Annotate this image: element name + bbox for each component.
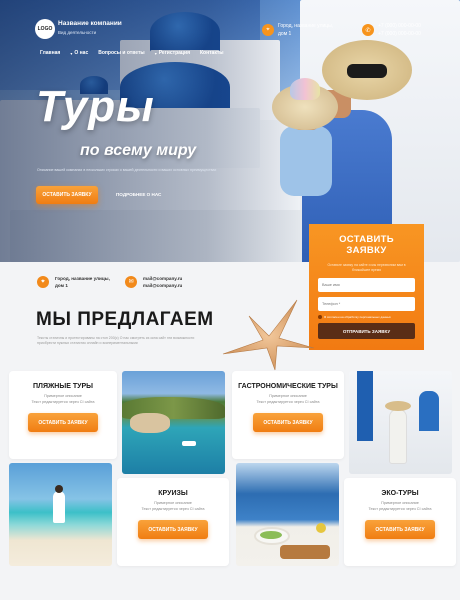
company-subtitle: Вид деятельности xyxy=(58,30,97,35)
hero-subtitle: по всему миру xyxy=(80,142,197,159)
tour-note: Текст редактируется через CI сайта xyxy=(256,400,320,404)
location-icon: ⌖ xyxy=(37,276,49,288)
phone-link[interactable]: +7 (000) 000-00-00 xyxy=(378,22,421,30)
blue-door xyxy=(419,391,439,431)
child-figure xyxy=(280,126,332,196)
about-link[interactable]: Подробнее о нас xyxy=(116,192,161,197)
tour-title: Гастрономические туры xyxy=(238,383,338,390)
address-line: Город, название улицы, xyxy=(55,276,110,281)
tour-description: Примерное описание xyxy=(154,501,192,505)
boat xyxy=(182,441,196,446)
salad xyxy=(260,531,282,539)
lemon xyxy=(316,523,326,533)
form-submit-button[interactable]: Отправить заявку xyxy=(318,323,415,339)
tour-description: Примерное описание xyxy=(269,394,307,398)
blue-door xyxy=(357,371,373,441)
hero-description: Описание вашей компании в нескольких стр… xyxy=(37,168,217,172)
contact-email: ✉ mail@company.ru mail@company.ru xyxy=(125,275,182,289)
child-hat xyxy=(290,78,320,100)
tour-description: Примерное описание xyxy=(44,394,82,398)
woman-figure xyxy=(55,485,63,493)
checkbox-icon[interactable] xyxy=(318,315,322,319)
phone-field[interactable] xyxy=(318,297,415,311)
tour-title: Эко-туры xyxy=(381,490,419,497)
header-address: ⌖ Город, название улицы, дом 1 xyxy=(262,22,333,38)
phone-icon: ✆ xyxy=(362,24,374,36)
tour-title: Пляжные туры xyxy=(33,383,93,390)
tour-title: Круизы xyxy=(158,490,188,497)
tour-card-gastro: Гастрономические туры Примерное описание… xyxy=(232,371,344,459)
tour-image-food xyxy=(236,463,339,566)
nav-item-about[interactable]: ▾ О нас xyxy=(70,50,88,56)
coast-town xyxy=(130,413,170,433)
woman-hat xyxy=(347,64,387,78)
tour-image-beach xyxy=(9,463,112,566)
main-nav: Главная ▾ О нас Вопросы и ответы ▾ Регистр… xyxy=(40,50,224,56)
request-form: Оставить заявку Оставьте заявку на сайте… xyxy=(309,224,424,350)
form-title: Оставить заявку xyxy=(339,234,394,256)
nav-item-contacts[interactable]: Контакты xyxy=(200,50,224,56)
hero-cta-button[interactable]: Оставить заявку xyxy=(36,186,98,204)
contact-address: ⌖ Город, название улицы, дом 1 xyxy=(37,275,110,289)
form-description: Оставьте заявку на сайте и мы перезвоним… xyxy=(327,263,406,272)
tour-request-button[interactable]: Оставить заявку xyxy=(365,520,435,539)
tour-card-beach: Пляжные туры Примерное описание Текст ре… xyxy=(9,371,117,459)
starfish-image xyxy=(222,299,315,371)
tour-card-cruise: Круизы Примерное описание Текст редактир… xyxy=(117,478,229,566)
hat xyxy=(385,401,411,411)
chevron-down-icon: ▾ xyxy=(154,50,157,56)
tour-request-button[interactable]: Оставить заявку xyxy=(138,520,208,539)
offer-title: Мы предлагаем xyxy=(36,309,214,330)
page: LOGO Название компании Вид деятельности … xyxy=(0,0,460,600)
consent-label: Я согласен на обработку персональных дан… xyxy=(324,315,391,319)
woman-figure xyxy=(389,409,407,464)
consent-checkbox[interactable]: Я согласен на обработку персональных дан… xyxy=(318,315,415,319)
mail-icon: ✉ xyxy=(125,276,137,288)
chevron-down-icon: ▾ xyxy=(70,50,73,56)
tour-note: Текст редактируется через CI сайта xyxy=(368,507,432,511)
tour-image-coast xyxy=(122,371,225,474)
board xyxy=(280,545,330,559)
tour-image-santorini-stairs xyxy=(349,371,452,474)
offer-description: Тексты статичны и протестированы на стоп… xyxy=(37,336,195,345)
woman-figure xyxy=(53,491,65,523)
tour-card-eco: Эко-туры Примерное описание Текст редакт… xyxy=(344,478,456,566)
nav-item-registration[interactable]: ▾ Регистрация xyxy=(155,50,190,56)
tour-description: Примерное описание xyxy=(381,501,419,505)
tour-request-button[interactable]: Оставить заявку xyxy=(28,413,98,432)
header-phones: ✆ +7 (000) 000-00-00 +7 (000) 000-00-00 xyxy=(362,22,421,38)
address-line: дом 1 xyxy=(55,283,68,288)
nav-item-faq[interactable]: Вопросы и ответы xyxy=(98,50,144,56)
name-field[interactable] xyxy=(318,278,415,292)
logo[interactable]: LOGO xyxy=(35,19,55,39)
location-icon: ⌖ xyxy=(262,24,274,36)
header-address-line: дом 1 xyxy=(278,31,292,37)
hero-section: LOGO Название компании Вид деятельности … xyxy=(0,0,460,262)
tour-request-button[interactable]: Оставить заявку xyxy=(253,413,323,432)
phone-link[interactable]: +7 (000) 000-00-00 xyxy=(378,30,421,38)
tour-note: Текст редактируется через CI сайта xyxy=(141,507,205,511)
tour-note: Текст редактируется через CI сайта xyxy=(31,400,95,404)
header-address-line: Город, название улицы, xyxy=(278,23,334,29)
company-name: Название компании xyxy=(58,20,122,27)
nav-item-home[interactable]: Главная xyxy=(40,50,60,56)
email-link[interactable]: mail@company.ru xyxy=(143,282,182,289)
email-link[interactable]: mail@company.ru xyxy=(143,275,182,282)
hero-title: Туры xyxy=(36,82,155,131)
